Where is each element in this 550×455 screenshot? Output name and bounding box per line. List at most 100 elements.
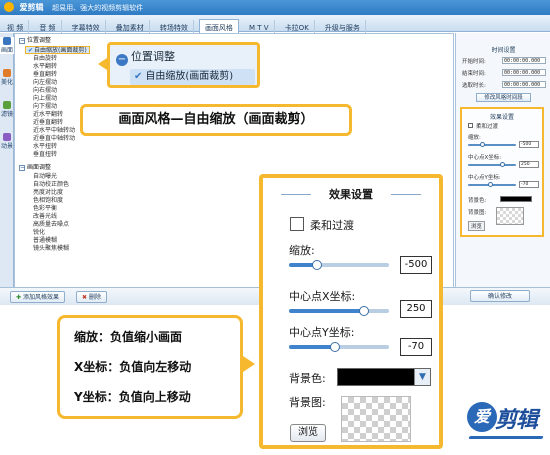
zoom-value-field[interactable]: -500	[400, 256, 432, 274]
tree-item[interactable]: 近垂直翻转	[33, 119, 63, 127]
mini-bg-image-preview	[496, 207, 524, 225]
side-tab-label: 滤镜	[0, 111, 13, 118]
add-icon: ✚	[16, 294, 22, 301]
tree-item[interactable]: 向右摆动	[33, 87, 57, 95]
soft-transition-label: 柔和过渡	[310, 219, 354, 232]
duration-field[interactable]: 00:00:00.000	[502, 81, 546, 88]
watermark-text: 剪辑	[495, 408, 538, 433]
side-tab-motion[interactable]: 动景	[0, 133, 14, 150]
center-x-slider[interactable]	[289, 309, 389, 313]
side-tab-picture[interactable]: 画面	[0, 37, 14, 54]
tree-group-label: 画面调整	[27, 164, 52, 171]
tip-zoom: 缩放：负值缩小画面	[74, 330, 183, 344]
app-slogan: 超易用、强大的视频剪辑软件	[52, 4, 144, 12]
mini-x-knob[interactable]	[500, 162, 505, 167]
mini-y-knob[interactable]	[488, 182, 493, 187]
center-y-value-field[interactable]: -70	[400, 338, 432, 356]
chevron-down-icon[interactable]: ▼	[414, 369, 430, 385]
title-divider-right	[391, 194, 421, 195]
browse-button[interactable]: 浏览	[290, 424, 326, 442]
delete-label: 删除	[88, 294, 101, 301]
tree-item[interactable]: 近水平中轴转动	[33, 127, 75, 135]
center-x-value-field[interactable]: 250	[400, 300, 432, 318]
mini-zoom-slider[interactable]	[468, 144, 516, 146]
mini-browse-button[interactable]: 浏览	[468, 221, 486, 231]
tree-item[interactable]: 色相饱和度	[33, 197, 63, 205]
collapse-circle-icon: −	[116, 54, 128, 66]
mini-x-slider[interactable]	[468, 164, 516, 166]
collapse-icon[interactable]: −	[19, 164, 25, 171]
tree-item-label: 自由缩放(画面裁剪)	[34, 47, 87, 54]
start-time-field[interactable]: 00:00:00.000	[502, 57, 546, 64]
center-y-label: 中心点Y坐标:	[289, 326, 355, 339]
tree-item[interactable]: 水平扭转	[33, 143, 57, 151]
edit-style-time-button[interactable]: 修改风格时间段	[476, 93, 531, 102]
tree-item[interactable]: 近水平翻转	[33, 111, 63, 119]
tree-item[interactable]: 色彩平衡	[33, 205, 57, 213]
add-style-effect-button[interactable]: ✚ 添加风格效果	[10, 291, 65, 303]
tree-item[interactable]: 锐化	[33, 229, 45, 237]
tree-item[interactable]: 向左摆动	[33, 79, 57, 87]
tree-item[interactable]: 自动曝光	[33, 173, 57, 181]
mini-x-value[interactable]: 250	[519, 161, 539, 168]
duration-label: 选取时长:	[462, 83, 486, 89]
bg-color-label: 背景色:	[289, 372, 326, 385]
tree-group-picture-adjust[interactable]: − 画面调整	[19, 164, 51, 172]
tree-item[interactable]: 改善光线	[33, 213, 57, 221]
tree-item[interactable]: 近垂直中轴转动	[33, 135, 75, 143]
time-settings-title: 时间设置	[491, 47, 516, 54]
tree-item-selected[interactable]: ✔自由缩放(画面裁剪)	[25, 46, 90, 54]
tips-box: 缩放：负值缩小画面 X坐标：负值向左移动 Y坐标：负值向上移动	[57, 315, 243, 419]
center-x-slider-knob[interactable]	[359, 306, 369, 316]
beautify-icon	[3, 69, 11, 77]
tree-item[interactable]: 自动校正颜色	[33, 181, 69, 189]
start-time-label: 开始时间:	[462, 59, 486, 65]
tree-item[interactable]: 镜头聚焦模糊	[33, 245, 69, 253]
zoom-slider[interactable]	[289, 263, 389, 267]
callout-item-row: ✔ 自由缩放(画面裁剪)	[130, 69, 255, 85]
checkmark-icon: ✔	[134, 71, 143, 82]
tree-item[interactable]: 高质量去噪点	[33, 221, 69, 229]
tree-item[interactable]: 亮度对比度	[33, 189, 63, 197]
collapse-icon[interactable]: −	[19, 37, 25, 44]
mini-bg-color-select[interactable]	[500, 196, 532, 202]
tree-item[interactable]: 向下摆动	[33, 103, 57, 111]
center-y-slider-knob[interactable]	[330, 342, 340, 352]
mini-y-value[interactable]: -70	[519, 181, 539, 188]
tree-item[interactable]: 垂直扭转	[33, 151, 57, 159]
side-tab-filter[interactable]: 滤镜	[0, 101, 14, 118]
side-tab-label: 动景	[0, 143, 13, 150]
delete-button[interactable]: ✖ 删除	[76, 291, 107, 303]
zoom-slider-knob[interactable]	[312, 260, 322, 270]
mini-zoom-knob[interactable]	[480, 142, 485, 147]
mini-effect-title: 效果设置	[489, 114, 514, 121]
tree-item[interactable]: 水平翻转	[33, 63, 57, 71]
bg-color-select[interactable]: ▼	[337, 368, 431, 386]
tree-group-position[interactable]: − 位置调整	[19, 37, 51, 45]
mini-bg-color-label: 背景色:	[468, 198, 487, 204]
tree-item[interactable]: 自由旋转	[33, 55, 57, 63]
watermark-logo: 爱 剪辑	[467, 398, 547, 452]
main-tabbar: 视 频 音 频 字幕特效 叠加素材 转场特效 画面风格 M T V 卡拉OK 升…	[0, 15, 550, 36]
mini-bg-image-label: 背景图:	[468, 210, 487, 216]
side-tab-beautify[interactable]: 美化	[0, 69, 14, 86]
end-time-field[interactable]: 00:00:00.000	[502, 69, 546, 76]
tree-item[interactable]: 垂直翻转	[33, 71, 57, 79]
confirm-edit-button[interactable]: 确认修改	[470, 290, 530, 302]
filter-icon	[3, 101, 11, 109]
mini-zoom-label: 缩放:	[468, 135, 481, 141]
side-tabs: 画面 美化 滤镜 动景	[0, 33, 14, 288]
mini-soft-transition-label: 柔和过渡	[476, 124, 499, 130]
end-time-label: 结束时间:	[462, 71, 486, 77]
mini-zoom-value[interactable]: -500	[519, 141, 539, 148]
tree-item[interactable]: 向上摆动	[33, 95, 57, 103]
mini-y-label: 中心点Y坐标:	[468, 175, 501, 181]
tree-group-label: 位置调整	[27, 37, 52, 44]
mini-soft-transition-checkbox[interactable]	[468, 123, 473, 128]
app-logo-icon	[4, 2, 14, 12]
window-titlebar: 爱剪辑 超易用、强大的视频剪辑软件	[0, 0, 550, 15]
side-tab-label: 画面	[0, 47, 13, 54]
screenshot-stage: 爱剪辑 超易用、强大的视频剪辑软件 视 频 音 频 字幕特效 叠加素材 转场特效…	[0, 0, 550, 455]
soft-transition-checkbox[interactable]	[290, 217, 304, 231]
tree-item[interactable]: 普通模糊	[33, 237, 57, 245]
